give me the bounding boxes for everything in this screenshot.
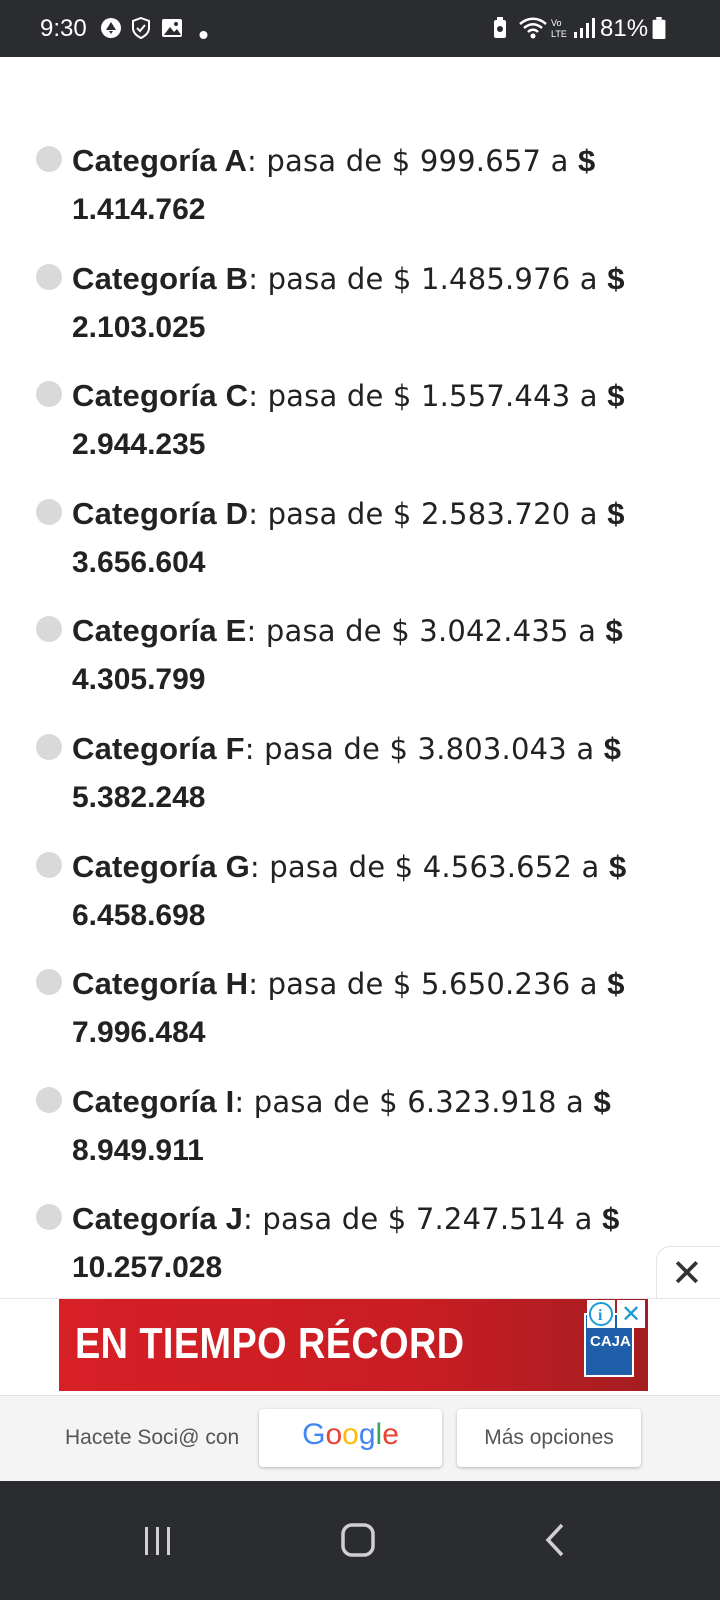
home-icon[interactable]: [320, 1511, 400, 1571]
google-label: Google: [302, 1418, 399, 1452]
ad-banner[interactable]: EN TIEMPO RÉCORD CAJA: [59, 1299, 648, 1391]
category-new-value: 5.382.248: [72, 781, 206, 814]
category-change-text: : pasa de $ 1.557.443 a: [248, 379, 608, 414]
category-change-text: : pasa de $ 999.657 a: [247, 144, 578, 178]
category-line: Categoría D: pasa de $ 2.583.720 a $: [72, 496, 625, 532]
list-bullet: [36, 734, 62, 760]
currency-symbol: $: [577, 143, 596, 178]
category-name: Categoría I: [72, 1083, 235, 1119]
category-line: Categoría C: pasa de $ 1.557.443 a $: [72, 378, 625, 414]
category-new-value: 1.414.762: [72, 193, 206, 226]
signin-prompt: Hacete Soci@ con: [65, 1426, 240, 1449]
list-bullet: [36, 146, 62, 172]
data-saver-icon: [101, 18, 121, 38]
currency-symbol: $: [605, 613, 623, 649]
signal-icon: [574, 18, 595, 38]
battery-saver-icon: [494, 17, 506, 38]
currency-symbol: $: [607, 378, 625, 414]
category-new-value: 2.944.235: [72, 428, 206, 462]
category-change-text: : pasa de $ 7.247.514 a: [243, 1202, 603, 1237]
category-line: Categoría I: pasa de $ 6.323.918 a $: [72, 1084, 611, 1120]
ad-headline: EN TIEMPO RÉCORD: [75, 1319, 465, 1368]
svg-text:Vo: Vo: [551, 18, 562, 28]
category-name: Categoría C: [72, 378, 249, 414]
svg-text:LTE: LTE: [551, 29, 567, 39]
category-name: Categoría H: [72, 966, 249, 1002]
navigation-bar: [0, 1481, 720, 1600]
close-icon[interactable]: ✕: [671, 1251, 703, 1295]
category-change-text: : pasa de $ 1.485.976 a: [248, 261, 608, 296]
category-new-value: 3.656.604: [72, 545, 206, 579]
category-name: Categoría A: [72, 143, 248, 178]
more-options-button[interactable]: Más opciones: [457, 1409, 641, 1467]
category-line: Categoría H: pasa de $ 5.650.236 a $: [72, 966, 625, 1002]
signin-bar: Hacete Soci@ con Google Más opciones: [0, 1395, 720, 1481]
currency-symbol: $: [602, 1201, 620, 1237]
category-line: Categoría B: pasa de $ 1.485.976 a $: [72, 261, 625, 297]
currency-symbol: $: [608, 848, 627, 884]
google-letter: o: [342, 1418, 359, 1451]
status-bar: 9:30 Vo LTE 81%: [0, 0, 720, 57]
google-letter: g: [358, 1418, 376, 1451]
category-name: Categoría B: [72, 260, 249, 296]
back-icon[interactable]: [524, 1511, 604, 1571]
volte-icon: VoLTE: [551, 18, 567, 39]
category-change-text: : pasa de $ 4.563.652 a: [249, 849, 609, 884]
category-line: Categoría E: pasa de $ 3.042.435 a $: [72, 613, 623, 649]
list-bullet: [36, 616, 62, 643]
category-new-value: 7.996.484: [72, 1016, 206, 1050]
list-bullet: [36, 969, 62, 996]
google-signin-button[interactable]: Google: [259, 1409, 442, 1467]
ad-collapse-tab[interactable]: ✕: [656, 1246, 720, 1300]
recents-icon[interactable]: [118, 1511, 198, 1571]
adchoices-info-icon[interactable]: i: [587, 1300, 615, 1328]
status-time: 9:30: [40, 15, 87, 42]
category-change-text: : pasa de $ 6.323.918 a: [234, 1084, 594, 1119]
category-new-value: 6.458.698: [72, 898, 206, 932]
category-new-value: 10.257.028: [72, 1251, 223, 1285]
currency-symbol: $: [603, 731, 622, 766]
category-name: Categoría G: [72, 848, 250, 884]
category-name: Categoría F: [72, 731, 245, 766]
currency-symbol: $: [607, 495, 625, 531]
image-icon: [162, 19, 182, 37]
list-bullet: [36, 1086, 62, 1113]
category-change-text: : pasa de $ 5.650.236 a: [248, 967, 608, 1002]
dot-icon: [199, 31, 208, 39]
currency-symbol: $: [593, 1083, 611, 1119]
category-name: Categoría D: [72, 495, 249, 531]
list-bullet: [36, 1204, 62, 1231]
category-line: Categoría G: pasa de $ 4.563.652 a $: [72, 849, 626, 885]
category-name: Categoría E: [72, 613, 247, 649]
google-letter: e: [382, 1418, 399, 1451]
category-line: Categoría J: pasa de $ 7.247.514 a $: [72, 1201, 620, 1237]
currency-symbol: $: [607, 966, 625, 1002]
battery-percent: 81%: [600, 15, 649, 42]
wifi-icon: [519, 17, 547, 39]
currency-symbol: $: [607, 260, 625, 296]
list-bullet: [36, 381, 62, 408]
shield-icon: [132, 17, 150, 39]
google-letter: o: [325, 1418, 343, 1451]
list-bullet: [36, 851, 62, 878]
category-new-value: 8.949.911: [72, 1133, 204, 1167]
category-line: Categoría A: pasa de $ 999.657 a $: [72, 143, 595, 179]
ad-logo-text: CAJA: [590, 1333, 631, 1350]
list-bullet: [36, 263, 62, 290]
category-new-value: 2.103.025: [72, 310, 206, 344]
category-change-text: : pasa de $ 3.042.435 a: [246, 614, 606, 649]
category-change-text: : pasa de $ 2.583.720 a: [248, 496, 608, 531]
battery-icon: [652, 17, 666, 39]
category-name: Categoría J: [72, 1201, 244, 1237]
content-area[interactable]: Categoría A: pasa de $ 999.657 a $1.414.…: [0, 57, 720, 1325]
list-bullet: [36, 498, 62, 525]
category-new-value: 4.305.799: [72, 663, 206, 697]
category-line: Categoría F: pasa de $ 3.803.043 a $: [72, 731, 621, 767]
faded-text: [490, 65, 630, 85]
ad-close-icon[interactable]: ✕: [617, 1300, 645, 1328]
google-letter: G: [302, 1418, 326, 1451]
svg-text:i: i: [598, 1307, 603, 1324]
category-change-text: : pasa de $ 3.803.043 a: [244, 732, 604, 766]
